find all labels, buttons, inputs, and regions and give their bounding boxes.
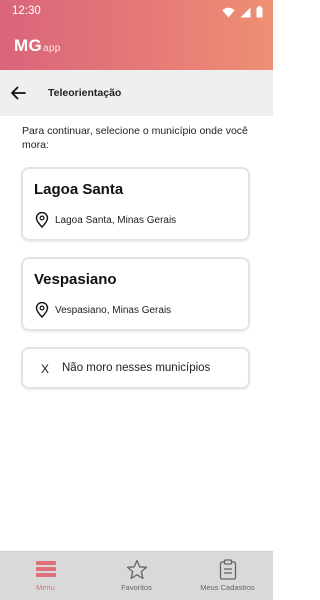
municipality-card-vespasiano[interactable]: Vespasiano Vespasiano, Minas Gerais [21,257,250,331]
location-text: Vespasiano, Minas Gerais [55,304,172,316]
close-icon: X [41,362,50,376]
page-title: Teleorientação [48,87,122,99]
nav-menu[interactable]: Menu [0,552,91,600]
municipality-card-lagoa-santa[interactable]: Lagoa Santa Lagoa Santa, Minas Gerais [21,167,250,241]
back-button[interactable] [8,83,28,103]
nav-menu-label: Menu [36,583,55,592]
logo-main: MG [14,36,42,55]
arrow-left-icon [11,86,26,100]
app-logo: MGapp [14,36,61,56]
status-time: 12:30 [12,5,41,17]
bottom-navigation: Menu Favoritos Meus Cadastros [0,551,273,600]
status-icons [222,5,263,19]
star-icon [126,559,147,579]
menu-icon [35,561,56,577]
location-pin-icon [35,302,49,318]
none-of-these-label: Não moro nesses municípios [62,362,211,374]
nav-favoritos-label: Favoritos [121,583,152,592]
municipality-location: Lagoa Santa, Minas Gerais [35,212,176,228]
signal-icon [240,7,251,17]
logo-sub: app [42,43,61,54]
municipality-location: Vespasiano, Minas Gerais [35,302,171,318]
municipality-name: Vespasiano [34,271,117,288]
app-header: 12:30 MGapp [0,0,273,70]
clipboard-icon [219,558,236,580]
instruction-text: Para continuar, selecione o município on… [22,125,248,151]
nav-meus-cadastros[interactable]: Meus Cadastros [182,552,273,600]
page-subheader: Teleorientação [0,70,273,116]
municipality-name: Lagoa Santa [34,181,124,198]
wifi-icon [222,7,235,17]
battery-icon [256,6,263,18]
none-of-these-button[interactable]: X Não moro nesses municípios [21,347,250,389]
nav-meus-cadastros-label: Meus Cadastros [200,583,255,592]
location-pin-icon [35,212,49,228]
nav-favoritos[interactable]: Favoritos [91,552,182,600]
location-text: Lagoa Santa, Minas Gerais [55,214,177,226]
